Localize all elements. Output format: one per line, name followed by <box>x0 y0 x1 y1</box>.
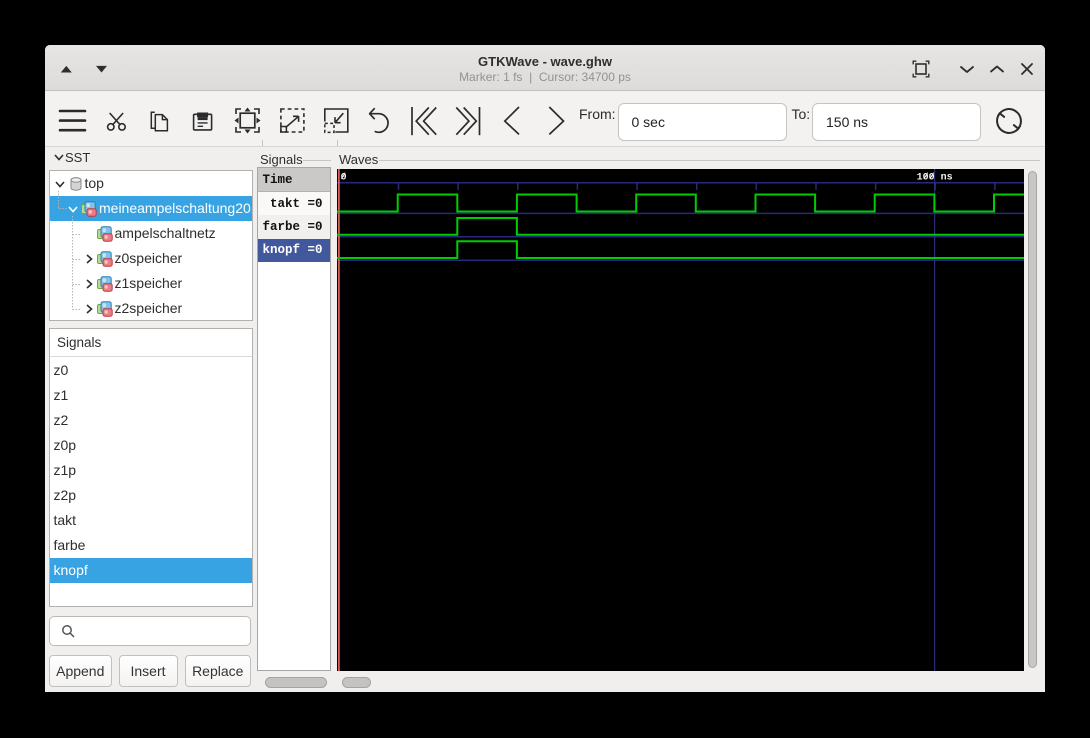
svg-text:0: 0 <box>341 172 347 183</box>
